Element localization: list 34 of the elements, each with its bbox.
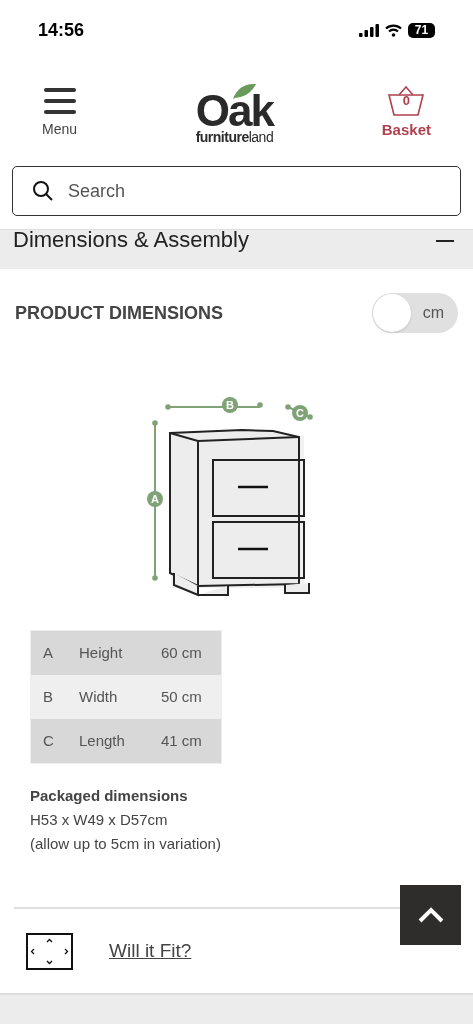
resize-arrows-icon [26,932,73,970]
status-time: 14:56 [38,18,85,42]
accordion-title: Dimensions & Assembly [13,229,249,251]
signal-icon [359,23,379,37]
table-cell-text: 60 cm [160,642,202,663]
menu-icon [42,86,77,115]
search-field[interactable]: Search [12,166,461,216]
basket-count: 0 [402,93,410,108]
search-icon [32,180,54,202]
unit-toggle[interactable]: cm [372,293,458,333]
chevron-up-icon [417,907,444,923]
table-cell-text: 41 cm [160,730,202,751]
will-it-fit-link[interactable]: Will it Fit? [109,936,192,966]
table-cell-text: B [42,686,54,707]
basket-icon [387,84,426,117]
logo-subtitle: furnitureland [195,130,274,144]
packaged-heading: Packaged dimensions [30,786,189,806]
logo-wordmark: Oak [195,92,273,130]
basket-button[interactable]: 0 Basket [381,84,431,142]
packaged-size: H53 x W49 x D57cm [30,810,169,830]
table-cell-text: 50 cm [160,686,202,707]
wifi-icon [385,23,402,37]
table-cell-text: A [42,642,54,663]
accordion-header[interactable]: Dimensions & Assembly [0,229,473,269]
menu-button[interactable]: Menu [42,86,78,140]
table-cell-text: Width [78,686,119,707]
table-cell-text: C [42,730,55,751]
table-cell-text: Height [78,642,124,663]
bedside-table-drawing: B C A [141,383,332,605]
battery-indicator: 71 [408,22,435,38]
packaged-note: (allow up to 5cm in variation) [30,834,222,854]
table-cell-text: Length [78,730,126,751]
back-to-top-button[interactable] [400,885,461,945]
section-heading: PRODUCT DIMENSIONS [15,301,223,325]
